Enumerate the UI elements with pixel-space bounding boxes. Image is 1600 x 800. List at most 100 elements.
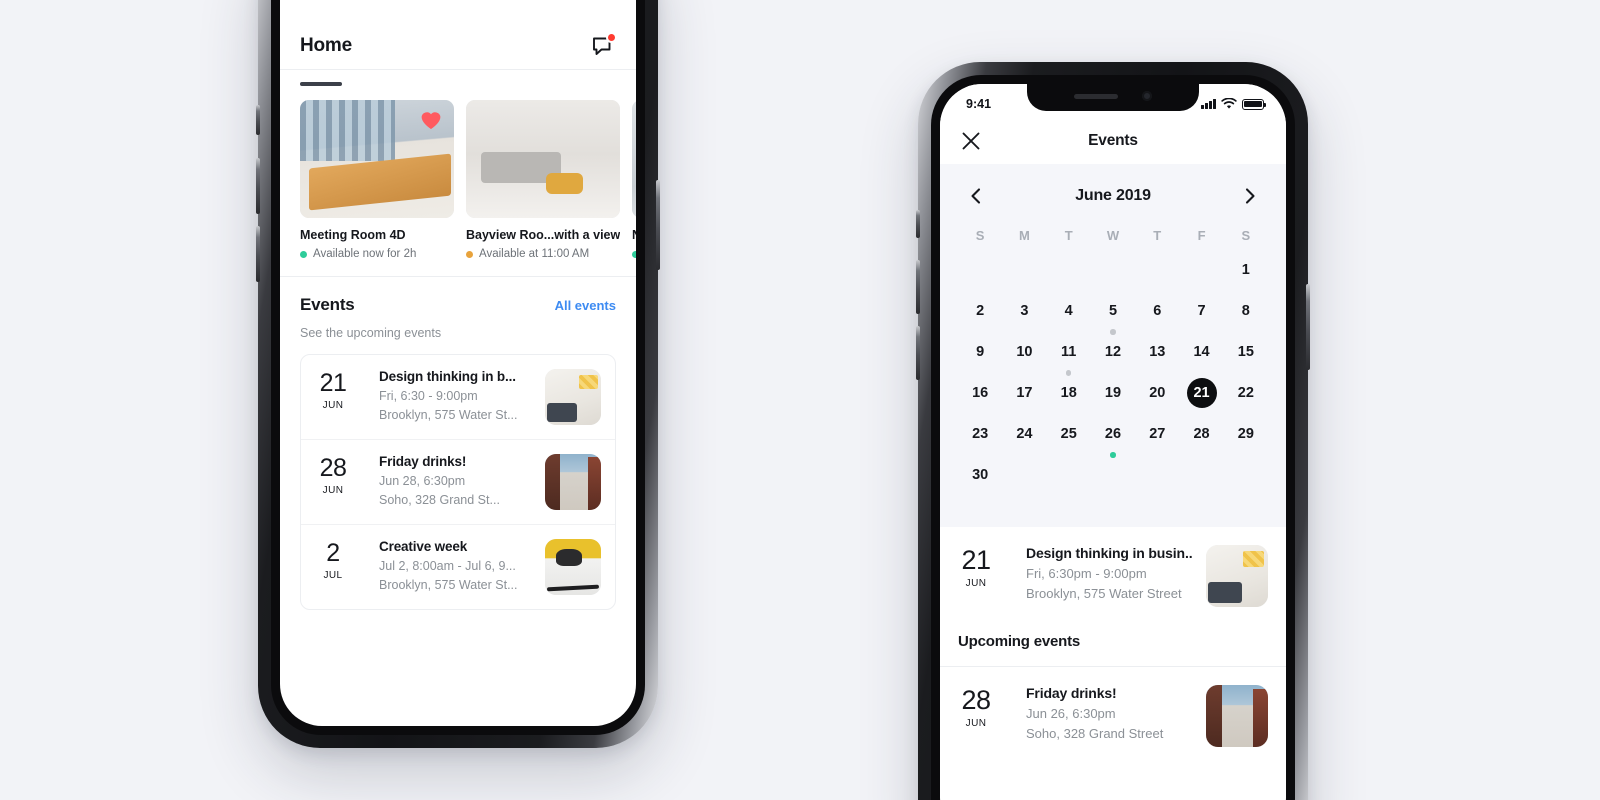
upcoming-events-list: 28 JUN Friday drinks! Jun 26, 6:30pm Soho, 3… bbox=[940, 667, 1286, 765]
calendar-empty-cell bbox=[1091, 255, 1135, 296]
calendar-day-cell[interactable]: 13 bbox=[1135, 337, 1179, 378]
event-photo bbox=[545, 539, 601, 595]
event-photo bbox=[1206, 545, 1268, 607]
calendar-day-cell[interactable]: 18 bbox=[1047, 378, 1091, 419]
calendar-grid[interactable]: S M T W T F S 1 2 3 4 5 6 7 8 9 10 11 12 13 14 15 16 17 18 19 20 21… bbox=[958, 228, 1268, 501]
calendar-day-number: 17 bbox=[1016, 385, 1033, 401]
chevron-left-icon[interactable] bbox=[964, 184, 988, 208]
calendar-day-cell[interactable]: 17 bbox=[1002, 378, 1046, 419]
event-date: 2 JUL bbox=[301, 539, 365, 582]
calendar-day-number: 18 bbox=[1060, 385, 1077, 401]
calendar-day-cell[interactable]: 2 bbox=[958, 296, 1002, 337]
events-list-card: 21 JUN Design thinking in b... Fri, 6:30 - … bbox=[300, 354, 616, 610]
power-button[interactable] bbox=[656, 180, 660, 270]
calendar-day-number: 21 bbox=[1186, 378, 1217, 408]
event-month: JUN bbox=[965, 718, 987, 729]
power-button[interactable] bbox=[1306, 284, 1310, 370]
calendar-day-cell[interactable]: 30 bbox=[958, 460, 1002, 501]
favorite-heart-icon[interactable] bbox=[420, 110, 442, 130]
calendar-weekday-header: W bbox=[1106, 228, 1120, 243]
calendar-day-cell[interactable]: 3 bbox=[1002, 296, 1046, 337]
calendar-day-number: 24 bbox=[1016, 426, 1033, 442]
calendar-day-cell[interactable]: 26 bbox=[1091, 419, 1135, 460]
close-icon[interactable] bbox=[960, 130, 982, 152]
event-row[interactable]: 21 JUN Design thinking in busin... Fri, 6:3… bbox=[940, 527, 1286, 625]
calendar-day-cell[interactable]: 8 bbox=[1224, 296, 1268, 337]
event-month: JUN bbox=[322, 485, 344, 496]
event-location: Brooklyn, 575 Water Street bbox=[1026, 586, 1182, 601]
calendar-weekday-header: M bbox=[1019, 228, 1030, 243]
calendar-day-cell[interactable]: 10 bbox=[1002, 337, 1046, 378]
event-row[interactable]: 21 JUN Design thinking in b... Fri, 6:30 - … bbox=[301, 355, 615, 439]
calendar-empty-cell bbox=[1002, 255, 1046, 296]
room-card[interactable]: Meeting Room 4D Available now for 2h bbox=[300, 100, 454, 260]
calendar-day-number: 9 bbox=[976, 344, 985, 360]
event-month: JUN bbox=[965, 578, 987, 589]
calendar-day-cell[interactable]: 25 bbox=[1047, 419, 1091, 460]
event-row[interactable]: 2 JUL Creative week Jul 2, 8:00am - Jul 6, … bbox=[301, 524, 615, 609]
chevron-right-icon[interactable] bbox=[1238, 184, 1262, 208]
event-row[interactable]: 28 JUN Friday drinks! Jun 28, 6:30pm Soho, 3… bbox=[301, 439, 615, 524]
nav-title: Events bbox=[1088, 132, 1138, 149]
event-time: Jun 28, 6:30pm bbox=[379, 474, 466, 488]
room-card[interactable]: NA bbox=[632, 100, 636, 260]
calendar-day-number: 10 bbox=[1016, 344, 1033, 360]
selected-day-event[interactable]: 21 JUN Design thinking in busin... Fri, 6:3… bbox=[940, 527, 1286, 625]
calendar-day-number: 15 bbox=[1237, 344, 1254, 360]
tab-indicator-wrap bbox=[280, 70, 636, 86]
volume-down-button[interactable] bbox=[916, 326, 920, 380]
calendar-day-cell[interactable]: 23 bbox=[958, 419, 1002, 460]
calendar-day-cell[interactable]: 22 bbox=[1224, 378, 1268, 419]
all-events-link[interactable]: All events bbox=[555, 298, 616, 313]
rooms-carousel[interactable]: Meeting Room 4D Available now for 2h Bayvi… bbox=[280, 86, 636, 260]
event-date: 28 JUN bbox=[301, 454, 365, 497]
calendar-day-cell[interactable]: 21 bbox=[1179, 378, 1223, 419]
calendar-day-cell[interactable]: 7 bbox=[1179, 296, 1223, 337]
calendar-day-number: 3 bbox=[1020, 303, 1029, 319]
calendar-day-number: 19 bbox=[1104, 385, 1122, 401]
room-photo bbox=[632, 100, 636, 218]
event-photo bbox=[545, 369, 601, 425]
calendar-day-cell[interactable]: 6 bbox=[1135, 296, 1179, 337]
room-photo bbox=[466, 100, 620, 218]
canvas: Home Meeting Room 4D Available now for 2h… bbox=[0, 0, 1600, 800]
event-location: Brooklyn, 575 Water St... bbox=[379, 408, 518, 422]
silent-switch[interactable] bbox=[256, 105, 260, 135]
calendar-day-cell[interactable]: 19 bbox=[1091, 378, 1135, 419]
screen-events: 9:41 Events June 2019 S M T W T F S 1 2 … bbox=[940, 84, 1286, 800]
room-card[interactable]: Bayview Roo...with a view Available at 11… bbox=[466, 100, 620, 260]
silent-switch[interactable] bbox=[916, 210, 920, 238]
calendar-day-cell[interactable]: 5 bbox=[1091, 296, 1135, 337]
event-location: Soho, 328 Grand St... bbox=[379, 493, 500, 507]
calendar-day-cell[interactable]: 12 bbox=[1091, 337, 1135, 378]
calendar-day-number: 2 bbox=[976, 303, 985, 319]
calendar-event-dot bbox=[1065, 370, 1072, 376]
calendar-day-cell[interactable]: 1 bbox=[1224, 255, 1268, 296]
event-row[interactable]: 28 JUN Friday drinks! Jun 26, 6:30pm Soho, 3… bbox=[940, 667, 1286, 765]
status-dot bbox=[466, 250, 473, 258]
volume-up-button[interactable] bbox=[916, 260, 920, 314]
calendar-day-cell[interactable]: 29 bbox=[1224, 419, 1268, 460]
calendar-day-number: 8 bbox=[1241, 303, 1250, 319]
calendar-day-cell[interactable]: 15 bbox=[1224, 337, 1268, 378]
volume-down-button[interactable] bbox=[256, 226, 260, 282]
event-details: Design thinking in b... Fri, 6:30 - 9:00p… bbox=[379, 369, 531, 422]
calendar-day-cell[interactable]: 14 bbox=[1179, 337, 1223, 378]
calendar-weekday-header: S bbox=[975, 228, 985, 243]
calendar-panel: June 2019 S M T W T F S 1 2 3 4 5 6 7 8 9 10 11 12 13 14 15 16… bbox=[940, 164, 1286, 527]
volume-up-button[interactable] bbox=[256, 158, 260, 214]
calendar-day-cell[interactable]: 24 bbox=[1002, 419, 1046, 460]
calendar-day-number: 1 bbox=[1241, 262, 1250, 278]
calendar-day-cell[interactable]: 9 bbox=[958, 337, 1002, 378]
calendar-day-cell[interactable]: 4 bbox=[1047, 296, 1091, 337]
calendar-day-cell[interactable]: 16 bbox=[958, 378, 1002, 419]
calendar-day-number: 5 bbox=[1108, 303, 1118, 319]
calendar-day-cell[interactable]: 20 bbox=[1135, 378, 1179, 419]
calendar-day-cell[interactable]: 11 bbox=[1047, 337, 1091, 378]
events-subtitle: See the upcoming events bbox=[300, 326, 442, 340]
calendar-day-cell[interactable]: 28 bbox=[1179, 419, 1223, 460]
room-name: N bbox=[632, 228, 636, 242]
message-bubble-icon[interactable] bbox=[590, 31, 617, 59]
calendar-day-cell[interactable]: 27 bbox=[1135, 419, 1179, 460]
room-status-label: Available at 11:00 AM bbox=[479, 248, 590, 260]
